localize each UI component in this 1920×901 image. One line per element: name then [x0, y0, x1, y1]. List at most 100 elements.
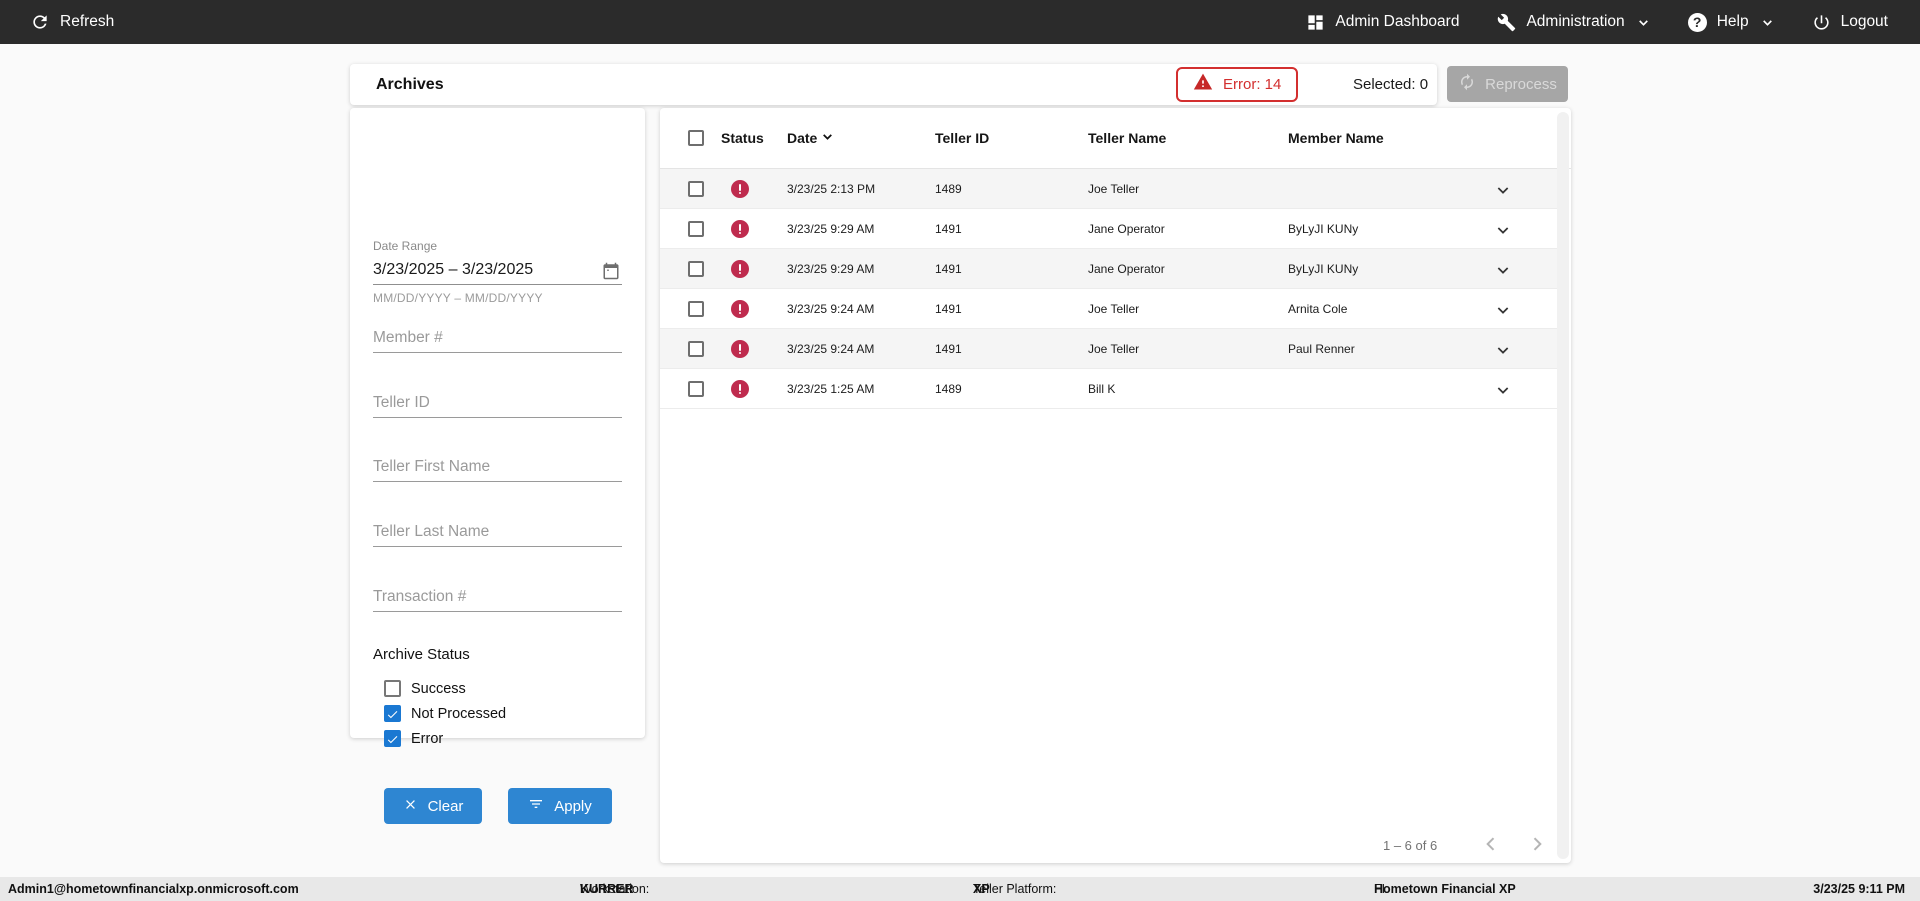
checkbox-checked-icon	[384, 730, 401, 747]
table-row[interactable]: 3/23/25 2:13 PM 1489 Joe Teller	[660, 169, 1557, 209]
checkbox-icon	[384, 680, 401, 697]
checkbox-success-label: Success	[411, 680, 466, 697]
top-navigation-bar: Refresh Admin Dashboard Administration H…	[0, 0, 1920, 44]
apply-button[interactable]: Apply	[508, 788, 612, 824]
cell-teller-name: Jane Operator	[1088, 222, 1165, 236]
teller-last-name-input[interactable]	[373, 520, 622, 547]
row-checkbox[interactable]	[688, 341, 704, 357]
checkbox-error[interactable]: Error	[384, 730, 443, 747]
column-header-status[interactable]: Status	[721, 108, 764, 169]
table-row[interactable]: 3/23/25 9:24 AM 1491 Joe Teller Arnita C…	[660, 289, 1557, 329]
teller-id-input[interactable]	[373, 391, 622, 418]
reprocess-button[interactable]: Reprocess	[1447, 66, 1568, 102]
table-row[interactable]: 3/23/25 9:29 AM 1491 Jane Operator ByLyJ…	[660, 209, 1557, 249]
cell-teller-id: 1489	[935, 382, 962, 396]
clear-button[interactable]: Clear	[384, 788, 482, 824]
table-scrollbar[interactable]	[1557, 112, 1569, 859]
table-row[interactable]: 3/23/25 9:24 AM 1491 Joe Teller Paul Ren…	[660, 329, 1557, 369]
error-count-label: Error: 14	[1223, 76, 1282, 93]
expand-chevron-icon[interactable]	[1492, 379, 1514, 401]
column-header-member-name[interactable]: Member Name	[1288, 108, 1384, 169]
pagination-range-label: 1 – 6 of 6	[1383, 838, 1438, 853]
admin-dashboard-link[interactable]: Admin Dashboard	[1306, 13, 1459, 32]
archives-table: Status Date Teller ID Teller Name Member…	[660, 108, 1571, 863]
page-header: Archives Error: 14 Selected: 0	[350, 64, 1437, 105]
page-title: Archives	[376, 76, 444, 93]
status-bar: Admin1@hometownfinancialxp.onmicrosoft.c…	[0, 877, 1920, 901]
admin-dashboard-label: Admin Dashboard	[1335, 13, 1460, 30]
error-status-icon	[731, 380, 749, 398]
help-icon	[1687, 12, 1707, 32]
checkbox-success[interactable]: Success	[384, 680, 466, 697]
error-status-icon	[731, 260, 749, 278]
close-icon	[403, 797, 418, 816]
cell-teller-id: 1491	[935, 342, 962, 356]
cell-member-name: Arnita Cole	[1288, 302, 1348, 316]
error-count-badge[interactable]: Error: 14	[1176, 67, 1299, 102]
expand-chevron-icon[interactable]	[1492, 259, 1514, 281]
table-row[interactable]: 3/23/25 1:25 AM 1489 Bill K	[660, 369, 1557, 409]
cell-member-name: ByLyJI KUNy	[1288, 262, 1359, 276]
column-header-date[interactable]: Date	[787, 108, 834, 169]
cell-teller-name: Joe Teller	[1088, 302, 1140, 316]
workstation-value: KURRER	[580, 882, 634, 896]
next-page-button[interactable]	[1527, 834, 1547, 857]
table-row[interactable]: 3/23/25 9:29 AM 1491 Jane Operator ByLyJ…	[660, 249, 1557, 289]
expand-chevron-icon[interactable]	[1492, 299, 1514, 321]
selected-count-label: Selected: 0	[1353, 76, 1429, 93]
status-bar-datetime: 3/23/25 9:11 PM	[1813, 882, 1905, 896]
expand-chevron-icon[interactable]	[1492, 339, 1514, 361]
expand-chevron-icon[interactable]	[1492, 219, 1514, 241]
column-header-teller-name[interactable]: Teller Name	[1088, 108, 1166, 169]
date-range-input[interactable]	[373, 258, 622, 285]
archive-status-label: Archive Status	[373, 646, 470, 663]
column-header-teller-id[interactable]: Teller ID	[935, 108, 989, 169]
refresh-icon	[30, 12, 50, 32]
logged-in-user: Admin1@hometownfinancialxp.onmicrosoft.c…	[8, 882, 299, 896]
cell-date: 3/23/25 9:24 AM	[787, 342, 875, 356]
cell-teller-id: 1491	[935, 262, 962, 276]
checkbox-error-label: Error	[411, 730, 444, 747]
error-status-icon	[731, 220, 749, 238]
member-number-input[interactable]	[373, 326, 622, 353]
cell-date: 3/23/25 9:29 AM	[787, 262, 875, 276]
filter-icon	[528, 796, 544, 816]
cell-teller-name: Joe Teller	[1088, 182, 1140, 196]
chevron-right-icon	[1527, 834, 1547, 857]
logout-button[interactable]: Logout	[1812, 13, 1888, 32]
filters-panel: Date Range MM/DD/YYYY – MM/DD/YYYY Archi…	[350, 108, 645, 824]
clear-label: Clear	[427, 797, 464, 815]
power-icon	[1812, 13, 1831, 32]
cell-date: 3/23/25 2:13 PM	[787, 182, 876, 196]
refresh-label: Refresh	[60, 13, 115, 30]
administration-menu[interactable]: Administration	[1497, 13, 1649, 32]
row-checkbox[interactable]	[688, 221, 704, 237]
transaction-number-input[interactable]	[373, 585, 622, 612]
teller-first-name-input[interactable]	[373, 455, 622, 482]
cell-member-name: Paul Renner	[1288, 342, 1355, 356]
column-header-date-label: Date	[787, 130, 818, 146]
row-checkbox[interactable]	[688, 181, 704, 197]
cell-teller-name: Jane Operator	[1088, 262, 1165, 276]
row-checkbox[interactable]	[688, 301, 704, 317]
logout-label: Logout	[1840, 13, 1888, 30]
checkbox-not-processed-label: Not Processed	[411, 705, 507, 722]
refresh-button[interactable]: Refresh	[30, 12, 114, 32]
select-all-checkbox[interactable]	[688, 130, 704, 146]
date-range-helper: MM/DD/YYYY – MM/DD/YYYY	[373, 291, 543, 305]
help-menu[interactable]: Help	[1687, 12, 1774, 32]
administration-label: Administration	[1526, 13, 1625, 30]
dashboard-icon	[1306, 13, 1325, 32]
cell-teller-id: 1491	[935, 302, 962, 316]
chevron-down-icon	[1637, 16, 1650, 29]
expand-chevron-icon[interactable]	[1492, 179, 1514, 201]
previous-page-button[interactable]	[1481, 834, 1501, 857]
table-header-row: Status Date Teller ID Teller Name Member…	[660, 108, 1571, 169]
checkbox-not-processed[interactable]: Not Processed	[384, 705, 506, 722]
reprocess-icon	[1458, 73, 1476, 95]
row-checkbox[interactable]	[688, 381, 704, 397]
wrench-icon	[1497, 13, 1516, 32]
calendar-icon[interactable]	[602, 262, 620, 285]
checkbox-checked-icon	[384, 705, 401, 722]
row-checkbox[interactable]	[688, 261, 704, 277]
